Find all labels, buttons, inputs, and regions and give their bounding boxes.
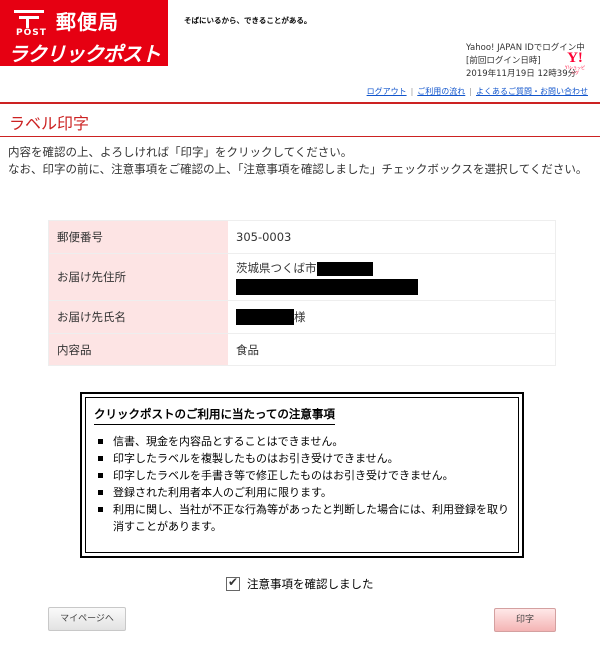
bullet-icon [98,507,103,512]
usage-flow-link[interactable]: ご利用の流れ [417,87,465,96]
address-cell: 茨城県つくば市 [228,253,556,301]
confirm-notice-label: 注意事項を確認しました [247,577,374,591]
notice-box: クリックポストのご利用に当たっての注意事項 信書、現金を内容品とすることはできま… [80,392,524,558]
address-label: お届け先住所 [48,253,228,301]
postal-code-label: 郵便番号 [48,220,228,254]
yahoo-shopping-icon: Y! Y!ショッピング [564,50,586,76]
japan-post-logo[interactable]: POST 郵便局 ラクリックポスト [0,0,168,66]
address-value: 茨城県つくば市 [236,261,317,275]
page-title: ラベル印字 [9,114,90,133]
contents-value: 食品 [228,333,556,366]
nav-divider: | [410,87,414,96]
bullet-icon [98,456,103,461]
instruction-line-2: なお、印字の前に、注意事項をご確認の上、「注意事項を確認しました」チェックボック… [8,162,588,176]
list-item: 登録された利用者本人のご利用に限ります。 [98,484,514,501]
table-row: 郵便番号 305-0003 [48,220,556,254]
faq-contact-link[interactable]: よくあるご質問・お問い合わせ [476,87,588,96]
nav-divider: | [469,87,472,96]
name-suffix: 様 [294,309,306,324]
header-nav: ログアウト | ご利用の流れ | よくあるご質問・お問い合わせ [367,86,588,97]
redacted-block [236,309,294,326]
table-row: お届け先氏名 様 [48,300,556,334]
label-confirm-table: 郵便番号 305-0003 お届け先住所 茨城県つくば市 お届け先氏名 様 内容… [48,220,556,366]
logout-link[interactable]: ログアウト [367,87,407,96]
tagline: そばにいるから、できることがある。 [184,16,312,25]
checkmark-icon: ✔ [228,575,239,589]
jp-post-mark-icon [14,10,44,28]
instructions: 内容を確認の上、よろしければ「印字」をクリックしてください。 なお、印字の前に、… [8,144,592,178]
confirm-notice-checkbox-row[interactable]: ✔ 注意事項を確認しました [226,575,374,592]
notice-inner-border: クリックポストのご利用に当たっての注意事項 信書、現金を内容品とすることはできま… [85,397,519,553]
notice-list: 信書、現金を内容品とすることはできません。 印字したラベルを複製したものはお引き… [98,433,514,535]
table-row: 内容品 食品 [48,333,556,366]
bullet-icon [98,439,103,444]
postal-code-value: 305-0003 [228,220,556,254]
post-label: POST [16,28,47,38]
mypage-button[interactable]: マイページへ [48,607,126,631]
contents-label: 内容品 [48,333,228,366]
recipient-name-cell: 様 [228,300,556,334]
list-item: 信書、現金を内容品とすることはできません。 [98,433,514,450]
bullet-icon [98,490,103,495]
bullet-icon [98,473,103,478]
print-button[interactable]: 印字 [494,608,556,632]
redacted-block [316,261,373,276]
list-item: 印字したラベルを手書き等で修正したものはお引き受けできません。 [98,467,514,484]
page-title-bar: ラベル印字 [0,102,600,137]
table-row: お届け先住所 茨城県つくば市 [48,253,556,301]
recipient-name-label: お届け先氏名 [48,300,228,334]
clickpost-brand: ラクリックポスト [8,42,161,66]
yubinkyoku-title: 郵便局 [56,10,119,34]
confirm-notice-checkbox[interactable]: ✔ [226,575,240,591]
notice-title: クリックポストのご利用に当たっての注意事項 [94,406,335,425]
site-header: POST 郵便局 ラクリックポスト そばにいるから、できることがある。 Yaho… [0,0,600,100]
redacted-block [236,278,418,295]
list-item: 印字したラベルを複製したものはお引き受けできません。 [98,450,514,467]
list-item: 利用に関し、当社が不正な行為等があったと判断した場合には、利用登録を取り消すこと… [98,501,514,535]
instruction-line-1: 内容を確認の上、よろしければ「印字」をクリックしてください。 [8,145,353,159]
